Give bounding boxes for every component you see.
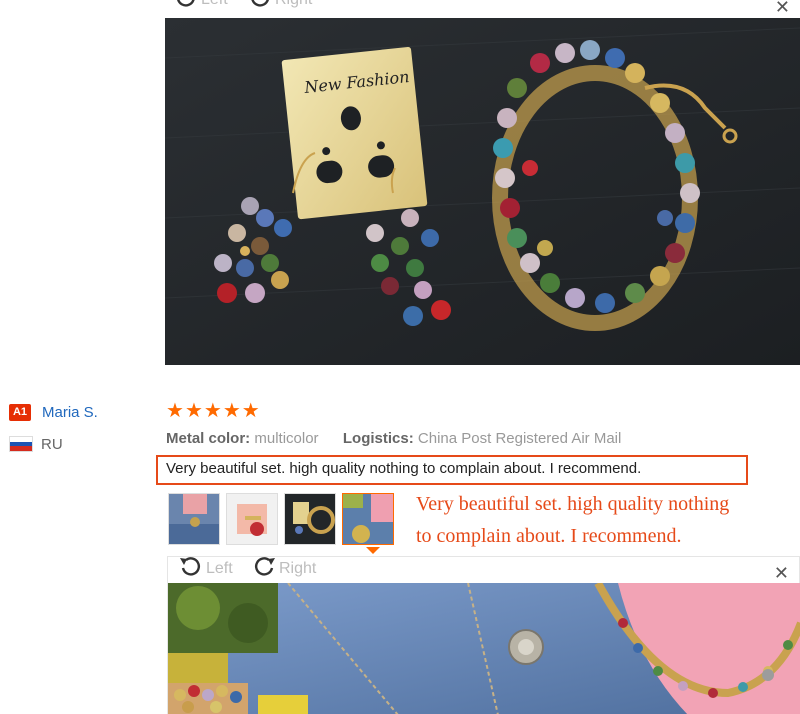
close-icon[interactable]: ✕	[774, 563, 789, 583]
rotate-left-label: Left	[206, 560, 233, 577]
rotate-left-icon	[173, 0, 199, 15]
review-image-viewer-bottom: Left Right ✕	[167, 556, 800, 714]
metal-color-value: multicolor	[254, 430, 319, 447]
review-thumbnails	[168, 493, 394, 545]
rotate-left-icon	[178, 555, 204, 584]
star-icon: ★	[166, 400, 184, 422]
annotation-line-1: Very beautiful set. high quality nothing	[416, 493, 730, 515]
star-icon: ★	[241, 400, 260, 422]
active-thumbnail-indicator	[366, 547, 380, 554]
metal-color-label: Metal color:	[166, 430, 251, 447]
rotate-right-icon	[247, 0, 273, 15]
order-attributes: Metal color: multicolor Logistics: China…	[166, 430, 621, 447]
star-icon: ★	[184, 400, 203, 422]
reviewer-info: A1 Maria S. RU	[9, 402, 98, 466]
rotate-right-icon	[251, 555, 277, 584]
user-level-badge: A1	[9, 403, 31, 421]
review-thumbnail[interactable]	[284, 493, 336, 545]
rotate-right-label: Right	[279, 560, 317, 577]
review-text: Very beautiful set. high quality nothing…	[166, 460, 642, 477]
review-photo-jewelry-set: New Fashion	[165, 18, 800, 365]
annotation-line-2: to complain about. I recommend.	[416, 525, 682, 547]
star-icon: ★	[203, 400, 222, 422]
viewer-toolbar: Left Right ✕	[168, 555, 799, 584]
review-thumbnail-active[interactable]	[342, 493, 394, 545]
rotate-right-label: Right	[275, 0, 312, 9]
logistics-value: China Post Registered Air Mail	[417, 430, 622, 447]
russia-flag-icon	[9, 436, 33, 452]
review-image-viewer-top: Left Right ✕	[165, 0, 800, 365]
review-translation-annotation: Very beautiful set. high quality nothing…	[416, 488, 776, 552]
reviewer-country: RU	[41, 435, 63, 453]
close-icon[interactable]: ✕	[775, 0, 790, 17]
rotate-left-button[interactable]: Left	[178, 555, 233, 584]
rotate-left-label: Left	[201, 0, 228, 9]
rotate-right-button[interactable]: Right	[247, 0, 312, 12]
review-photo-worn-jewelry	[168, 583, 800, 714]
review-thumbnail[interactable]	[226, 493, 278, 545]
logistics-label: Logistics:	[342, 430, 414, 447]
rotate-left-button[interactable]: Left	[173, 0, 228, 12]
rating-stars: ★ ★ ★ ★ ★	[166, 401, 260, 421]
viewer-toolbar: Left Right ✕	[165, 0, 800, 17]
reviewer-name[interactable]: Maria S.	[42, 404, 98, 421]
rotate-right-button[interactable]: Right	[251, 555, 317, 584]
review-thumbnail[interactable]	[168, 493, 220, 545]
star-icon: ★	[222, 400, 241, 422]
